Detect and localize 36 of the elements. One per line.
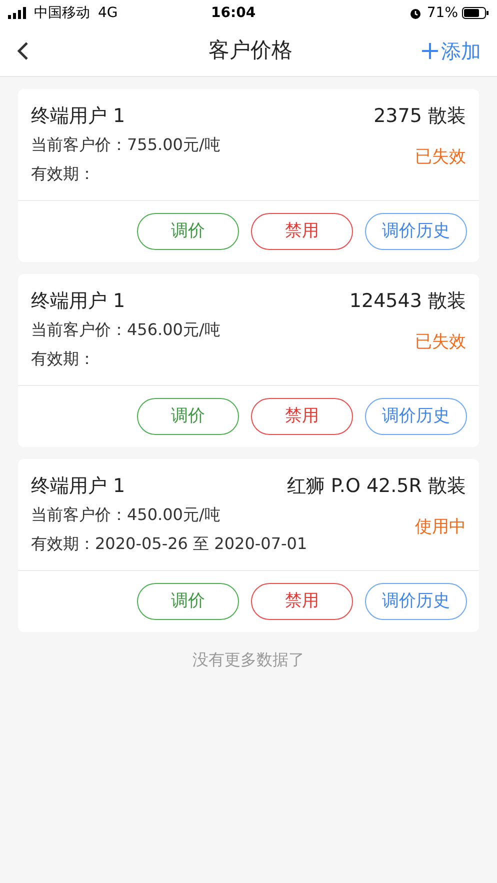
validity-text: 有效期：2020-05-26 至 2020-07-01 (31, 533, 308, 555)
action-button[interactable]: 调价 (137, 213, 239, 250)
validity-text: 有效期： (31, 348, 96, 370)
action-button[interactable]: 调价 (137, 398, 239, 435)
action-button[interactable]: 禁用 (251, 398, 353, 435)
alarm-clock-icon (408, 6, 422, 20)
customer-name: 终端用户 1 (31, 104, 126, 129)
action-button[interactable]: 调价 (137, 583, 239, 620)
product-name: 红狮 P.O 42.5R 散装 (286, 474, 466, 499)
product-name: 2375 散装 (374, 104, 466, 129)
battery-icon (462, 7, 489, 19)
page-title: 客户价格 (208, 37, 294, 64)
clock-time: 16:04 (210, 4, 257, 22)
price-text: 当前客户价：456.00元/吨 (31, 319, 220, 341)
action-button[interactable]: 调价历史 (365, 213, 467, 250)
status-label: 使用中 (415, 516, 466, 539)
action-button[interactable]: 禁用 (251, 213, 353, 250)
no-more-data-text: 没有更多数据了 (192, 649, 306, 671)
price-text: 当前客户价：450.00元/吨 (31, 504, 222, 526)
customer-name: 终端用户 1 (31, 288, 126, 314)
price-text: 当前客户价：755.00元/吨 (31, 134, 220, 156)
action-button[interactable]: 调价历史 (365, 583, 467, 620)
customer-name: 终端用户 1 (31, 474, 126, 499)
network-type: 4G (98, 4, 118, 22)
signal-icon (8, 7, 28, 19)
plus-icon (421, 42, 439, 60)
carrier-name: 中国移动 (34, 4, 90, 22)
action-button[interactable]: 禁用 (251, 583, 353, 620)
validity-text: 有效期： (31, 163, 96, 185)
status-label: 已失效 (415, 146, 466, 169)
status-label: 已失效 (415, 331, 466, 354)
back-icon[interactable] (16, 41, 30, 61)
product-name: 124543 散装 (349, 288, 466, 314)
add-button[interactable]: 添加 (421, 36, 481, 66)
battery-percent: 71% (426, 4, 458, 22)
action-button[interactable]: 调价历史 (365, 398, 467, 435)
